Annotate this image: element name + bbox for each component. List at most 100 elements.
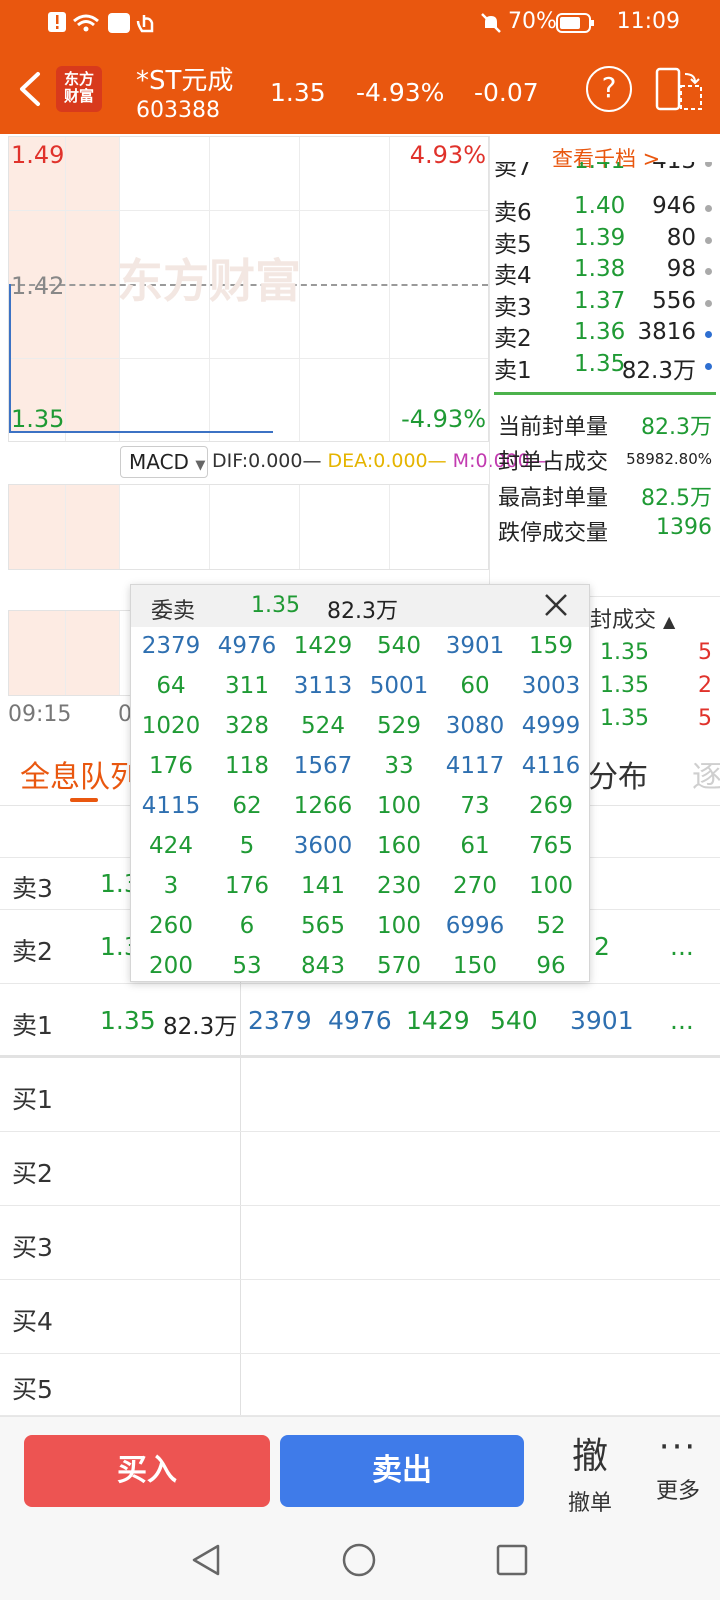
orderbook-row[interactable]: 卖1 1.35 82.3万	[494, 351, 714, 384]
chart-top-price: 1.49	[11, 141, 65, 169]
close-icon[interactable]	[541, 590, 571, 620]
back-arrow-icon[interactable]	[14, 66, 48, 112]
landscape-toggle-icon[interactable]	[655, 66, 703, 112]
popup-order-cell: 1567	[293, 753, 353, 779]
seal-stat-row: 封单占成交 58982.80%	[498, 444, 716, 478]
seal-stat-label: 封单占成交	[498, 450, 609, 475]
queue-order-item[interactable]: 3901	[570, 1006, 634, 1035]
popup-order-cell: 765	[529, 833, 573, 859]
tab-tick-detail[interactable]: 逐	[692, 752, 720, 796]
seal-stat-label: 跌停成交量	[498, 521, 609, 546]
popup-order-cell: 4976	[217, 633, 277, 659]
popup-order-cell: 4999	[521, 713, 581, 739]
queue-order-item[interactable]: 4976	[328, 1006, 392, 1035]
deal-volume: 5	[698, 706, 712, 731]
popup-order-cell: 141	[301, 873, 345, 899]
macd-chart[interactable]	[8, 484, 489, 570]
more-button[interactable]: ··· 更多	[646, 1427, 710, 1505]
orderbook-volume: 82.3万	[621, 358, 696, 384]
popup-order-cell: 61	[460, 833, 490, 859]
intraday-chart[interactable]: 东方财富 1.49 4.93% 1.42 1.35 -4.93%	[8, 136, 489, 442]
mute-icon	[481, 13, 501, 33]
popup-order-cell: 540	[377, 633, 421, 659]
nav-home-icon[interactable]	[341, 1542, 377, 1578]
popup-order-cell: 565	[301, 913, 345, 939]
help-button[interactable]: ?	[586, 66, 632, 112]
seal-stat-row: 当前封单量 82.3万	[498, 409, 716, 443]
queue-order-item[interactable]: 2379	[248, 1006, 312, 1035]
orderbook-row[interactable]: 卖6 1.40 946	[494, 193, 714, 226]
queue-level-label: 买3	[12, 1233, 53, 1262]
orderbook-row[interactable]: 卖3 1.37 556	[494, 288, 714, 321]
system-nav-bar	[0, 1520, 720, 1600]
indicator-select[interactable]: MACD ▼	[120, 446, 208, 478]
queue-volume: 82.3万	[163, 1014, 238, 1040]
queue-price: 1.35	[100, 1006, 156, 1035]
app-logo: 东方 财富	[56, 66, 102, 112]
popup-order-cell: 3080	[445, 713, 505, 739]
tab-full-queue[interactable]: 全息队列	[20, 752, 140, 796]
queue-row[interactable]: 买5	[0, 1354, 720, 1416]
popup-order-cell: 53	[232, 953, 262, 979]
queue-level-label: 买2	[12, 1159, 53, 1188]
popup-order-cell: 6	[239, 913, 255, 939]
seal-stat-value: 82.5万	[641, 486, 712, 511]
orderbook-row[interactable]: 卖5 1.39 80	[494, 225, 714, 258]
trade-bar: 买入 卖出 撤 撤单 ··· 更多	[0, 1416, 720, 1520]
queue-row[interactable]: 卖1 1.35 82.3万 2379 4976 1429 540 3901...	[0, 984, 720, 1058]
orderbook-dot-icon	[705, 300, 712, 307]
battery-percent: 70%	[508, 9, 557, 34]
popup-order-cell: 96	[536, 953, 566, 979]
queue-row[interactable]: 买4	[0, 1280, 720, 1354]
chart-watermark: 东方财富	[117, 254, 301, 308]
queue-separator	[240, 1354, 241, 1415]
chart-bottom-price: 1.35	[11, 405, 65, 433]
queue-row[interactable]: 买2	[0, 1132, 720, 1206]
chart-mid-price: 1.42	[11, 272, 65, 300]
queue-order-item[interactable]: 540	[490, 1006, 538, 1035]
cancel-order-button[interactable]: 撤 撤单	[560, 1427, 620, 1517]
tab-distribution[interactable]: 分布	[588, 752, 648, 796]
sell-button[interactable]: 卖出	[280, 1435, 524, 1507]
orderbook-level: 卖2	[494, 326, 532, 352]
queue-level-label: 卖1	[12, 1011, 53, 1040]
more-label: 更多	[655, 1479, 700, 1504]
battery-icon	[556, 13, 594, 33]
queue-separator	[240, 1132, 241, 1205]
cancel-icon: 撤	[571, 1436, 608, 1477]
popup-order-cell: 269	[529, 793, 573, 819]
orderbook-dot-icon	[705, 205, 712, 212]
queue-more-link[interactable]: ...	[670, 1006, 694, 1035]
orderbook-price: 1.37	[574, 288, 626, 314]
popup-order-cell: 60	[460, 673, 490, 699]
status-icons	[48, 12, 154, 33]
queue-row[interactable]: 买1	[0, 1058, 720, 1132]
seal-stat-value: 1396	[656, 515, 712, 540]
popup-price: 1.35	[251, 593, 300, 618]
popup-order-cell: 524	[301, 713, 345, 739]
orderbook-price: 1.36	[574, 319, 626, 345]
popup-order-cell: 160	[377, 833, 421, 859]
popup-order-cell: 33	[384, 753, 414, 779]
orderbook-level: 卖5	[494, 232, 532, 258]
popup-order-cell: 843	[301, 953, 345, 979]
queue-more-link[interactable]: ...	[670, 932, 694, 961]
deal-price: 1.35	[600, 640, 649, 665]
orderbook-row[interactable]: 卖2 1.36 3816	[494, 319, 714, 352]
popup-order-cell: 4117	[445, 753, 505, 779]
nav-back-icon[interactable]	[188, 1542, 224, 1578]
buy-button[interactable]: 买入	[24, 1435, 270, 1507]
popup-order-cell: 570	[377, 953, 421, 979]
orderbook-row[interactable]: 卖4 1.38 98	[494, 256, 714, 289]
queue-order-item[interactable]: 2	[594, 932, 610, 961]
queue-row[interactable]: 买3	[0, 1206, 720, 1280]
popup-order-cell: 260	[149, 913, 193, 939]
orderbook-price: 1.35	[574, 351, 626, 377]
deals-header[interactable]: 封成交 ▲	[590, 602, 675, 634]
queue-order-item[interactable]: 1429	[406, 1006, 470, 1035]
sell-queue-popup[interactable]: 委卖 1.35 82.3万 2379 4976 1429 540 3901 159 64 31…	[130, 584, 590, 982]
nav-recents-icon[interactable]	[494, 1542, 530, 1578]
orderbook-row[interactable]: 卖7 1.41 413	[494, 162, 714, 180]
popup-order-cell: 3901	[445, 633, 505, 659]
popup-order-cell: 62	[232, 793, 262, 819]
